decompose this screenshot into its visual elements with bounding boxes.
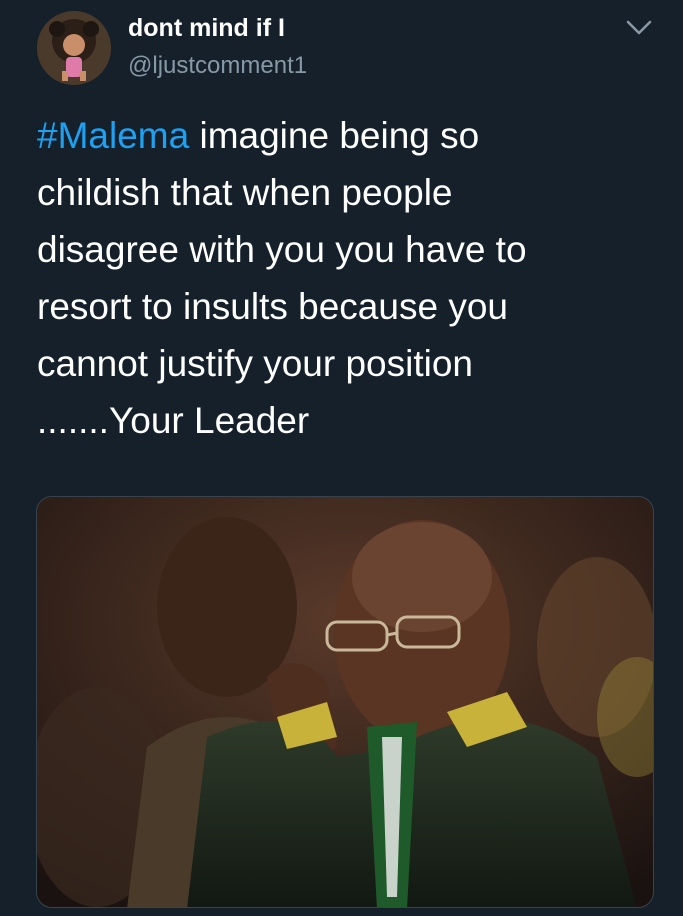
user-handle[interactable]: @ljustcomment1 bbox=[128, 52, 307, 80]
tweet-text-segment: imagine being so bbox=[189, 115, 480, 156]
tweet-media-photo[interactable] bbox=[36, 496, 654, 908]
tweet-text-line: resort to insults because you bbox=[37, 286, 508, 327]
tweet-text-line: .......Your Leader bbox=[37, 400, 310, 441]
chevron-down-icon[interactable] bbox=[624, 16, 654, 40]
photo-two-men-seated-icon bbox=[37, 497, 653, 907]
display-name[interactable]: dont mind if I bbox=[128, 14, 285, 43]
hashtag-link[interactable]: #Malema bbox=[37, 115, 189, 156]
tweet-text-line: disagree with you you have to bbox=[37, 229, 527, 270]
tweet-text-line: #Malema imagine being so bbox=[37, 107, 657, 164]
tweet-text: #Malema imagine being so childish that w… bbox=[37, 107, 657, 449]
avatar[interactable] bbox=[37, 11, 111, 85]
tweet-text-line: cannot justify your position bbox=[37, 343, 474, 384]
tweet-text-line: childish that when people bbox=[37, 172, 453, 213]
tweet: dont mind if I @ljustcomment1 #Malema im… bbox=[0, 0, 683, 916]
avatar-image-icon bbox=[37, 11, 111, 85]
